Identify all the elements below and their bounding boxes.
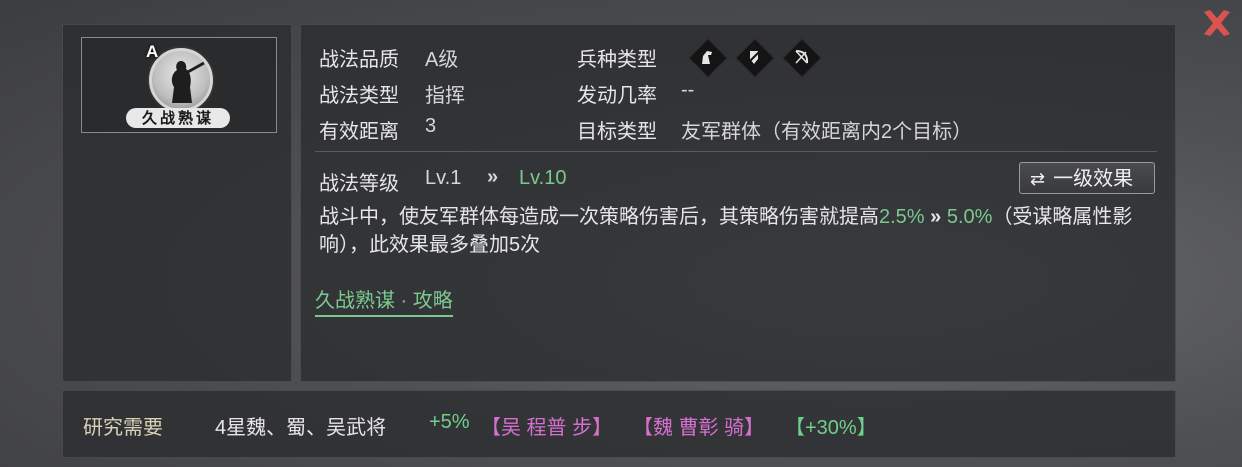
description-value-to: 5.0% [946, 206, 993, 228]
shield-icon [735, 38, 775, 78]
skill-portrait [149, 48, 213, 112]
level-arrow: » [487, 166, 499, 188]
skill-name-plate: 久战熟谋 [126, 108, 230, 128]
skill-card-panel: A 久战熟谋 [62, 24, 292, 382]
description-value-from: 2.5% [879, 206, 925, 228]
research-group-bonus: 【+30%】 [785, 417, 877, 439]
research-requirement: 4星魏、蜀、吴武将 [215, 417, 387, 439]
close-icon [1204, 10, 1230, 36]
description-arrow: » [930, 206, 942, 228]
cavalry-icon [688, 38, 728, 78]
quality-value: A级 [425, 49, 459, 71]
research-group-wei: 【魏 曹彰 骑】 [633, 417, 765, 439]
unit-type-label: 兵种类型 [577, 49, 657, 71]
target-type-value: 友军群体（有效距离内2个目标） [681, 121, 973, 143]
close-button[interactable] [1200, 6, 1234, 40]
range-label: 有效距离 [319, 121, 399, 143]
skill-detail-panel: 战法品质 A级 战法类型 指挥 有效距离 3 兵种类型 发动几率 -- 目标类型… [300, 24, 1176, 382]
skill-type-label: 战法类型 [319, 85, 399, 107]
divider [315, 151, 1157, 152]
skill-grade-badge: A [146, 42, 159, 61]
skill-description: 战斗中，使友军群体每造成一次策略伤害后，其策略伤害就提高2.5% » 5.0%（… [319, 203, 1149, 259]
effect-button-label: 一级效果 [1053, 168, 1134, 190]
trigger-chance-value: -- [681, 79, 695, 101]
range-value: 3 [425, 115, 437, 137]
research-group-wu: 【吴 程普 步】 [481, 417, 613, 439]
level-to: Lv.10 [519, 167, 567, 189]
research-requirement-bar: 研究需要 4星魏、蜀、吴武将 +5% 【吴 程普 步】 【魏 曹彰 骑】 【+3… [62, 390, 1176, 458]
description-text-1: 战斗中，使友军群体每造成一次策略伤害后，其策略伤害就提高 [319, 206, 879, 228]
skill-card[interactable]: A 久战熟谋 [81, 37, 277, 133]
research-label: 研究需要 [83, 417, 163, 439]
strategy-guide-link[interactable]: 久战熟谋 · 攻略 [315, 284, 453, 317]
skill-level-label: 战法等级 [319, 173, 399, 195]
skill-type-value: 指挥 [425, 85, 465, 107]
research-bonus: +5% [429, 411, 470, 433]
bow-icon [782, 38, 822, 78]
target-type-label: 目标类型 [577, 121, 657, 143]
swap-arrows-icon: ⇄ [1030, 169, 1046, 189]
level-from: Lv.1 [425, 167, 462, 189]
trigger-chance-label: 发动几率 [577, 85, 657, 107]
quality-label: 战法品质 [319, 49, 399, 71]
level-effect-toggle-button[interactable]: ⇄ 一级效果 [1019, 162, 1155, 194]
